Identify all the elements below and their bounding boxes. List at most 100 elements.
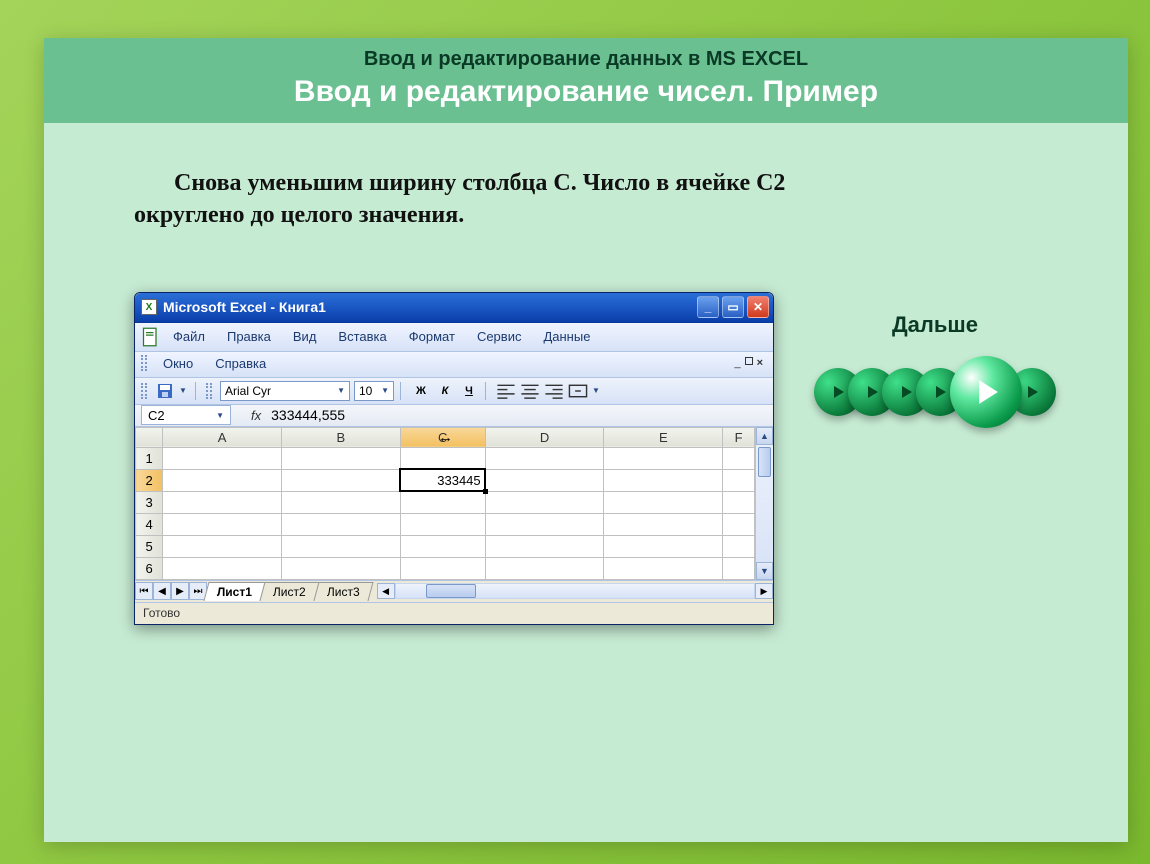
menu-tools[interactable]: Сервис	[467, 327, 532, 346]
cell-e5[interactable]	[604, 535, 723, 557]
cell-e1[interactable]	[604, 447, 723, 469]
horizontal-scrollbar[interactable]: ◀ ▶	[377, 583, 773, 599]
align-center-icon[interactable]	[520, 381, 540, 401]
col-header-f[interactable]: F	[723, 427, 755, 447]
menu-file[interactable]: Файл	[163, 327, 215, 346]
col-header-c[interactable]: C	[400, 427, 485, 447]
cell-f5[interactable]	[723, 535, 755, 557]
sheet-tab-3[interactable]: Лист3	[313, 582, 373, 601]
scroll-thumb[interactable]	[758, 447, 771, 477]
formula-value[interactable]: 333444,555	[271, 407, 345, 423]
mdi-close-icon[interactable]: ×	[757, 357, 763, 369]
bold-button[interactable]: Ж	[411, 381, 431, 401]
toolbar-grip-2[interactable]	[141, 383, 147, 399]
row-header-1[interactable]: 1	[136, 447, 163, 469]
minimize-button[interactable]: _	[697, 296, 719, 318]
mdi-restore-icon[interactable]	[745, 357, 753, 365]
close-button[interactable]: ✕	[747, 296, 769, 318]
maximize-button[interactable]: ▭	[722, 296, 744, 318]
menu-window[interactable]: Окно	[153, 354, 203, 373]
cell-f1[interactable]	[723, 447, 755, 469]
cell-e6[interactable]	[604, 557, 723, 579]
cell-a4[interactable]	[163, 513, 282, 535]
menu-insert[interactable]: Вставка	[328, 327, 396, 346]
cell-a2[interactable]	[163, 469, 282, 491]
cell-f3[interactable]	[723, 491, 755, 513]
toolbar-grip-3[interactable]	[206, 383, 212, 399]
cell-f2[interactable]	[723, 469, 755, 491]
menu-format[interactable]: Формат	[399, 327, 465, 346]
spreadsheet-grid[interactable]: A B C D E F 1 2 333445	[135, 427, 755, 580]
font-size-select[interactable]: 10 ▼	[354, 381, 394, 401]
cell-d5[interactable]	[485, 535, 604, 557]
merge-cells-icon[interactable]	[568, 381, 588, 401]
nav-play-button[interactable]	[950, 356, 1022, 428]
cell-a1[interactable]	[163, 447, 282, 469]
mdi-minimize-icon[interactable]: _	[734, 357, 740, 369]
cell-f6[interactable]	[723, 557, 755, 579]
cell-a6[interactable]	[163, 557, 282, 579]
col-header-a[interactable]: A	[163, 427, 282, 447]
cell-d2[interactable]	[485, 469, 604, 491]
menu-view[interactable]: Вид	[283, 327, 327, 346]
col-header-d[interactable]: D	[485, 427, 604, 447]
row-header-6[interactable]: 6	[136, 557, 163, 579]
sheet-tab-2[interactable]: Лист2	[259, 582, 319, 601]
align-left-icon[interactable]	[496, 381, 516, 401]
scroll-right-icon[interactable]: ▶	[755, 583, 773, 599]
cell-a3[interactable]	[163, 491, 282, 513]
cell-f4[interactable]	[723, 513, 755, 535]
toolbar-grip[interactable]	[141, 355, 147, 371]
menu-data[interactable]: Данные	[533, 327, 600, 346]
save-dropdown-icon[interactable]: ▼	[179, 386, 189, 395]
scroll-down-icon[interactable]: ▼	[756, 562, 773, 580]
cell-b4[interactable]	[281, 513, 400, 535]
italic-button[interactable]: К	[435, 381, 455, 401]
cell-b3[interactable]	[281, 491, 400, 513]
name-box[interactable]: C2 ▼	[141, 405, 231, 425]
cell-e2[interactable]	[604, 469, 723, 491]
sheet-tab-1[interactable]: Лист1	[203, 582, 265, 601]
vertical-scrollbar[interactable]: ▲ ▼	[755, 427, 773, 580]
hscroll-thumb[interactable]	[426, 584, 476, 598]
row-header-3[interactable]: 3	[136, 491, 163, 513]
cell-c1[interactable]	[400, 447, 485, 469]
cell-c3[interactable]	[400, 491, 485, 513]
select-all-corner[interactable]	[136, 427, 163, 447]
cell-e3[interactable]	[604, 491, 723, 513]
fx-label[interactable]: fx	[251, 408, 261, 423]
font-name-select[interactable]: Arial Cyr ▼	[220, 381, 350, 401]
cell-d6[interactable]	[485, 557, 604, 579]
cell-c2[interactable]: 333445	[400, 469, 485, 491]
cell-b5[interactable]	[281, 535, 400, 557]
row-header-4[interactable]: 4	[136, 513, 163, 535]
col-header-b[interactable]: B	[281, 427, 400, 447]
excel-titlebar[interactable]: X Microsoft Excel - Книга1 _ ▭ ✕	[135, 293, 773, 323]
cell-d3[interactable]	[485, 491, 604, 513]
toolbar-more-icon[interactable]: ▼	[592, 386, 602, 395]
col-header-e[interactable]: E	[604, 427, 723, 447]
tab-nav-prev-icon[interactable]: ◀	[153, 582, 171, 600]
align-right-icon[interactable]	[544, 381, 564, 401]
underline-button[interactable]: Ч	[459, 381, 479, 401]
cell-b1[interactable]	[281, 447, 400, 469]
cell-a5[interactable]	[163, 535, 282, 557]
tab-nav-next-icon[interactable]: ▶	[171, 582, 189, 600]
menu-help[interactable]: Справка	[205, 354, 276, 373]
cell-c4[interactable]	[400, 513, 485, 535]
cell-c5[interactable]	[400, 535, 485, 557]
save-icon[interactable]	[155, 381, 175, 401]
scroll-up-icon[interactable]: ▲	[756, 427, 773, 445]
menu-edit[interactable]: Правка	[217, 327, 281, 346]
tab-nav-first-icon[interactable]: ⏮	[135, 582, 153, 600]
cell-c6[interactable]	[400, 557, 485, 579]
row-header-5[interactable]: 5	[136, 535, 163, 557]
cell-d1[interactable]	[485, 447, 604, 469]
excel-doc-icon[interactable]	[141, 327, 161, 347]
scroll-left-icon[interactable]: ◀	[377, 583, 395, 599]
cell-b2[interactable]	[281, 469, 400, 491]
cell-e4[interactable]	[604, 513, 723, 535]
row-header-2[interactable]: 2	[136, 469, 163, 491]
cell-d4[interactable]	[485, 513, 604, 535]
cell-b6[interactable]	[281, 557, 400, 579]
